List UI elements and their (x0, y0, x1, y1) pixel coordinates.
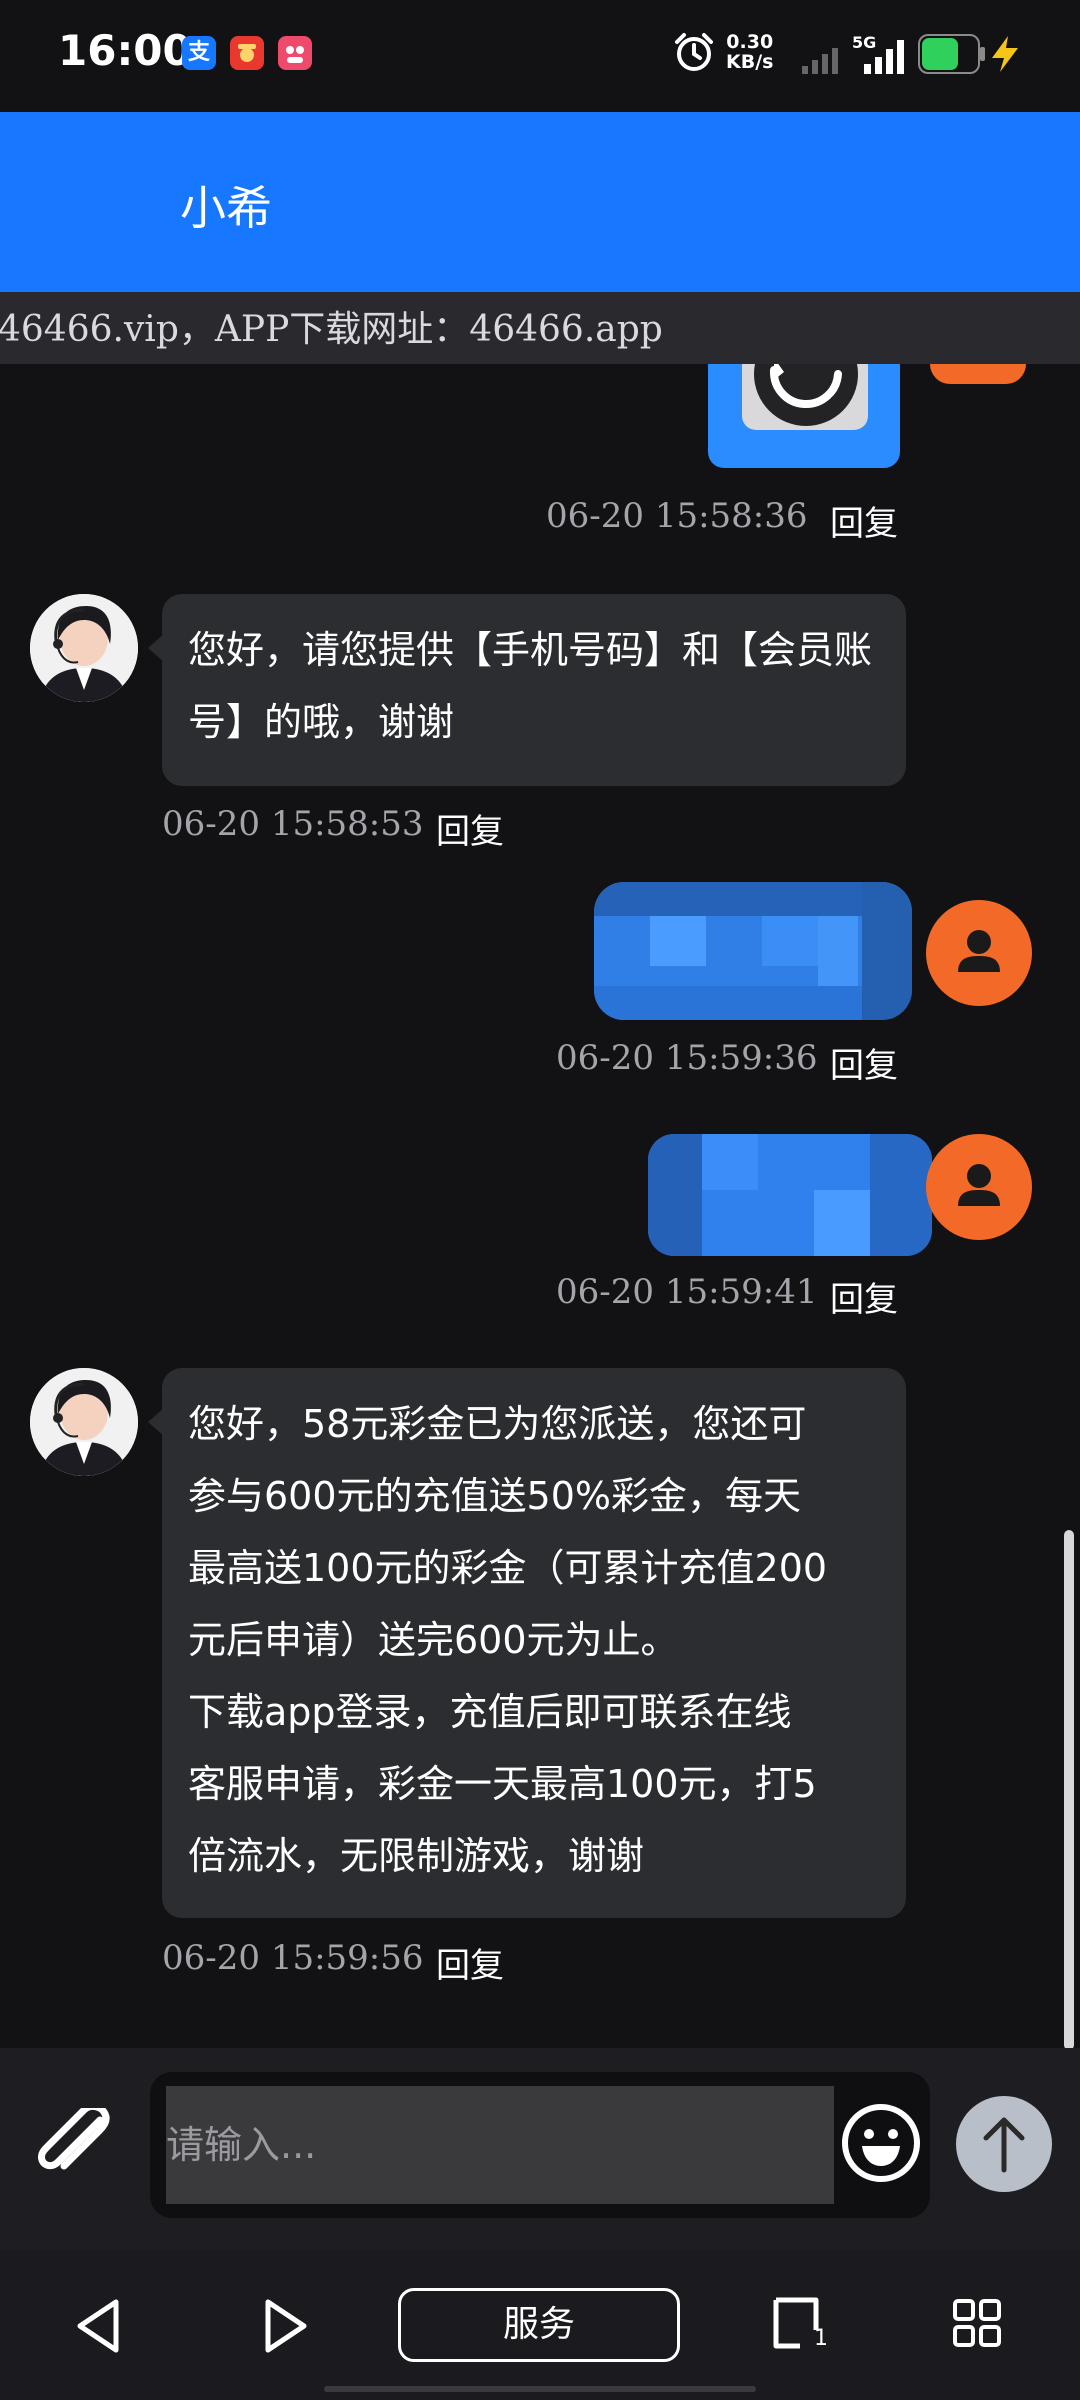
agent-avatar (30, 594, 138, 702)
menu-grid-icon[interactable] (952, 2298, 1002, 2348)
message-line: 最高送100元的彩金（可累计充值200 (188, 1546, 828, 1590)
message-time: 06-20 15:58:36 (546, 496, 808, 536)
back-icon[interactable] (72, 2296, 128, 2356)
pink-app-icon (278, 36, 312, 70)
reply-button[interactable]: 回复 (436, 1938, 504, 1987)
message-line: 您好，58元彩金已为您派送，您还可 (188, 1402, 807, 1446)
blurred-image-message[interactable] (594, 882, 912, 1020)
send-button[interactable] (956, 2096, 1052, 2192)
agent-message-bubble: 您好，请您提供【手机号码】和【会员账号】的哦，谢谢 (162, 594, 906, 786)
net-speed: 0.30 KB/s (726, 31, 774, 73)
message-text: 您好，请您提供【手机号码】和【会员账号】的哦，谢谢 (188, 628, 873, 744)
announcement-text: 46466.vip，APP下载网址：46466.app (0, 309, 663, 350)
home-indicator[interactable] (324, 2386, 756, 2392)
battery-icon (918, 34, 985, 74)
message-line: 下载app登录，充值后即可联系在线 (188, 1690, 792, 1734)
scrollbar[interactable] (1064, 1530, 1074, 2050)
attachment-icon[interactable] (34, 2108, 116, 2180)
service-button[interactable]: 服务 (398, 2288, 680, 2362)
emoji-icon[interactable] (840, 2102, 922, 2184)
user-avatar (930, 364, 1026, 384)
agent-message-bubble: 您好，58元彩金已为您派送，您还可 参与600元的充值送50%彩金，每天 最高送… (162, 1368, 906, 1918)
user-avatar (926, 1134, 1032, 1240)
message-time: 06-20 15:59:56 (162, 1938, 424, 1978)
arrow-up-icon (983, 2117, 1025, 2173)
charging-icon (992, 36, 1018, 72)
signal-weak-icon (802, 48, 838, 74)
message-line: 元后申请）送完600元为止。 (188, 1618, 679, 1662)
message-time: 06-20 15:59:41 (556, 1272, 818, 1312)
person-icon (958, 930, 1000, 972)
person-icon (958, 1164, 1000, 1206)
image-message[interactable] (708, 364, 900, 468)
status-time: 16:00 (58, 26, 192, 75)
signal-icon (864, 40, 904, 74)
message-time: 06-20 15:59:36 (556, 1038, 818, 1078)
chat-header (0, 112, 1080, 292)
user-avatar (926, 900, 1032, 1006)
reply-button[interactable]: 回复 (436, 804, 504, 853)
alarm-icon (675, 33, 713, 71)
reply-button[interactable]: 回复 (830, 1038, 898, 1087)
message-time: 06-20 15:58:53 (162, 804, 424, 844)
reply-button[interactable]: 回复 (830, 1272, 898, 1321)
agent-avatar (30, 1368, 138, 1476)
tabs-count: 1 (814, 2326, 828, 2351)
alipay-icon: 支 (182, 36, 216, 70)
reply-button[interactable]: 回复 (830, 496, 898, 545)
refresh-icon (754, 364, 858, 426)
blurred-image-message[interactable] (648, 1134, 932, 1256)
red-app-icon (230, 36, 264, 70)
tabs-button[interactable]: 1 (770, 2296, 830, 2354)
message-line: 客服申请，彩金一天最高100元，打5 (188, 1762, 817, 1806)
page-title: 小希 (180, 181, 272, 235)
forward-icon[interactable] (256, 2296, 312, 2356)
message-input[interactable] (166, 2086, 834, 2204)
message-line: 倍流水，无限制游戏，谢谢 (188, 1834, 645, 1878)
message-line: 参与600元的充值送50%彩金，每天 (188, 1474, 801, 1518)
